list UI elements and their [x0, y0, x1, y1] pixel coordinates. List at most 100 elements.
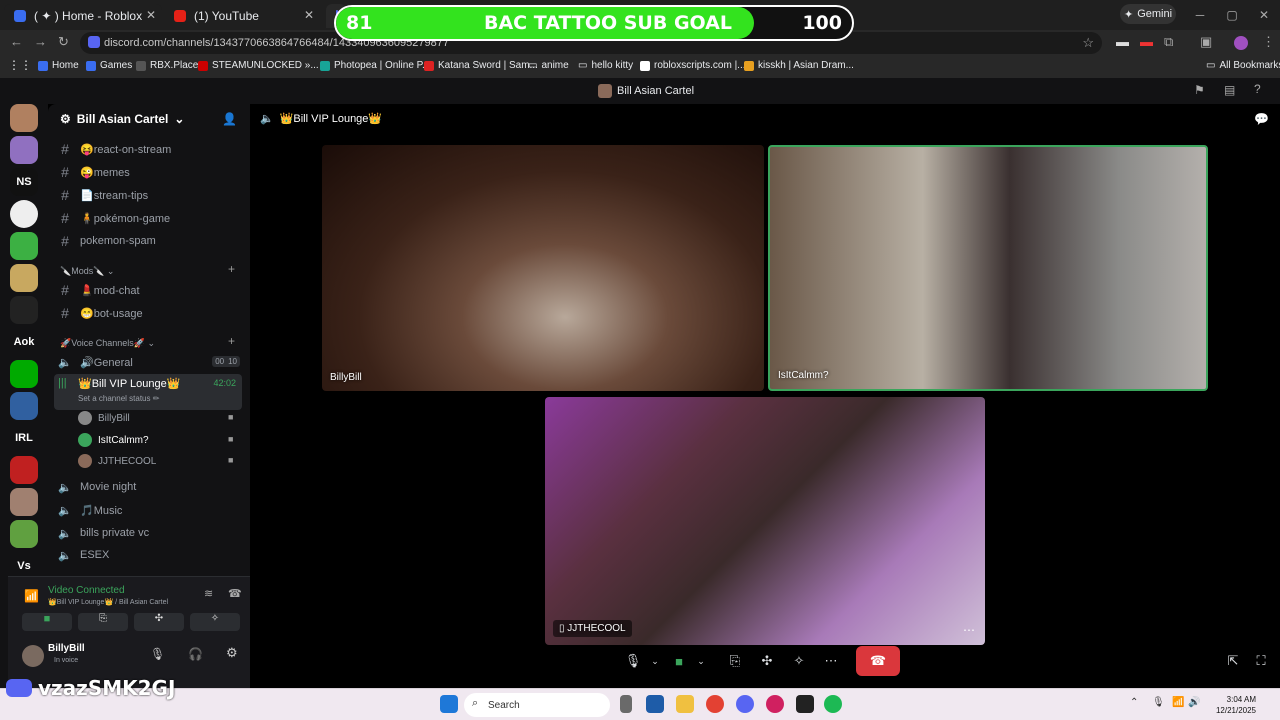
- server-icon[interactable]: [10, 520, 38, 548]
- spotify-icon[interactable]: [824, 695, 842, 713]
- back-icon[interactable]: ←: [10, 34, 23, 49]
- tab-roblox[interactable]: ( ✦ ) Home - Roblox ✕: [4, 4, 162, 28]
- server-icon-aok[interactable]: Aok: [10, 328, 38, 356]
- server-header[interactable]: ⚙ Bill Asian Cartel ⌄: [60, 112, 184, 126]
- tab-youtube[interactable]: (1) YouTube ✕: [164, 4, 320, 28]
- chat-icon[interactable]: 💬: [1254, 112, 1269, 126]
- soundboard-icon[interactable]: ✧: [786, 648, 812, 674]
- screenshare-icon[interactable]: ⎘: [722, 648, 748, 674]
- site-info-icon[interactable]: [88, 36, 100, 48]
- fullscreen-icon[interactable]: ⛶: [1248, 648, 1274, 674]
- star-icon[interactable]: ☆: [1082, 35, 1094, 51]
- bookmark-hello-kitty[interactable]: ▭ hello kitty: [578, 60, 633, 71]
- server-icon[interactable]: [10, 264, 38, 292]
- activities-button[interactable]: ✣: [134, 613, 184, 631]
- channel-stream-tips[interactable]: # 📄stream-tips: [56, 185, 244, 205]
- server-icon-ns[interactable]: NS: [10, 168, 38, 196]
- channel-react-on-stream[interactable]: # 😝react-on-stream: [56, 139, 244, 159]
- voice-channel-esex[interactable]: 🔈 ESEX: [56, 545, 244, 565]
- activities-icon[interactable]: ✣: [754, 648, 780, 674]
- video-tile-billybill[interactable]: BillyBill: [322, 145, 764, 391]
- close-icon[interactable]: ✕: [304, 8, 314, 22]
- add-channel-icon[interactable]: +: [228, 262, 235, 276]
- bookmark-home[interactable]: Home: [38, 60, 79, 71]
- extension-icon[interactable]: ▬: [1140, 34, 1153, 49]
- widgets-icon[interactable]: [646, 695, 664, 713]
- server-icon-irl[interactable]: IRL: [10, 424, 38, 452]
- inbox-icon[interactable]: ▤: [1224, 83, 1235, 97]
- start-icon[interactable]: [440, 695, 458, 713]
- bookmark-anime[interactable]: ▭ anime: [528, 60, 569, 71]
- popout-icon[interactable]: ⇱: [1220, 648, 1246, 674]
- channel-mod-chat[interactable]: # 💄mod-chat: [56, 280, 244, 300]
- video-button[interactable]: ■: [22, 613, 72, 631]
- apps-icon[interactable]: ⋮⋮: [8, 58, 32, 72]
- connection-location[interactable]: 👑Bill VIP Lounge👑 / Bill Asian Cartel: [48, 598, 168, 606]
- bookmark-rbxplace[interactable]: RBX.Place: [136, 60, 198, 71]
- headphones-icon[interactable]: 🎧: [188, 647, 203, 661]
- noise-suppression-icon[interactable]: ≋: [204, 587, 213, 600]
- chrome-icon[interactable]: [706, 695, 724, 713]
- app-icon[interactable]: [796, 695, 814, 713]
- flag-icon[interactable]: ⚑: [1194, 83, 1205, 97]
- voice-member-isitcalmm[interactable]: IsItCalmm?: [78, 433, 149, 447]
- wifi-icon[interactable]: 📶: [1172, 697, 1184, 708]
- sidepanel-icon[interactable]: ▣: [1200, 34, 1212, 50]
- more-icon[interactable]: ⋮: [1262, 34, 1275, 50]
- server-icon-kick[interactable]: [10, 360, 38, 388]
- voice-member-jjthecool[interactable]: JJTHECOOL: [78, 454, 156, 468]
- help-icon[interactable]: ?: [1254, 82, 1261, 96]
- all-bookmarks[interactable]: ▭ All Bookmarks: [1206, 60, 1280, 71]
- server-icon[interactable]: [10, 456, 38, 484]
- close-window-icon[interactable]: ✕: [1248, 0, 1280, 30]
- category-voice[interactable]: 🚀Voice Channels🚀 ⌄: [60, 338, 155, 349]
- leave-call-button[interactable]: ☎: [856, 646, 900, 676]
- voice-channel-music[interactable]: 🔈 🎵Music: [56, 500, 244, 520]
- server-icon[interactable]: [10, 296, 38, 324]
- bookmark-robloxscripts[interactable]: robloxscripts.com |...: [640, 60, 746, 71]
- server-icon[interactable]: [10, 136, 38, 164]
- bookmark-games[interactable]: Games: [86, 60, 132, 71]
- chevron-down-icon[interactable]: ⌄: [642, 648, 668, 674]
- server-icon[interactable]: [10, 488, 38, 516]
- channel-status[interactable]: Set a channel status ✏: [78, 394, 159, 403]
- bookmark-photopea[interactable]: Photopea | Online P...: [320, 60, 430, 71]
- voice-channel-general[interactable]: 🔈 🔊General 00 10: [56, 352, 244, 372]
- volume-icon[interactable]: 🔊: [1188, 697, 1200, 708]
- file-explorer-icon[interactable]: [676, 695, 694, 713]
- forward-icon[interactable]: →: [34, 34, 47, 49]
- channel-bot-usage[interactable]: # 😁bot-usage: [56, 303, 244, 323]
- bookmark-kisskh[interactable]: kisskh | Asian Dram...: [744, 60, 854, 71]
- voice-channel-vip[interactable]: ||| 👑Bill VIP Lounge👑 42:02 Set a channe…: [54, 374, 242, 410]
- category-mods[interactable]: 🔪Mods🔪 ⌄: [60, 266, 114, 277]
- close-icon[interactable]: ✕: [146, 8, 156, 22]
- chevron-down-icon[interactable]: ⌄: [688, 648, 714, 674]
- taskbar-search[interactable]: ⌕ Search: [464, 693, 610, 717]
- reload-icon[interactable]: ↻: [58, 34, 69, 50]
- taskview-icon[interactable]: [620, 695, 632, 713]
- translate-icon[interactable]: ▬: [1116, 34, 1129, 49]
- channel-pokemon-game[interactable]: # 🧍pokémon-game: [56, 208, 244, 228]
- user-avatar[interactable]: [22, 645, 44, 667]
- bookmark-katana[interactable]: Katana Sword | Sam...: [424, 60, 538, 71]
- channel-pokemon-spam[interactable]: # pokemon-spam: [56, 231, 244, 251]
- minimize-icon[interactable]: ─: [1184, 0, 1216, 30]
- opera-icon[interactable]: [766, 695, 784, 713]
- more-icon[interactable]: ⋯: [818, 648, 844, 674]
- channel-memes[interactable]: # 😜memes: [56, 162, 244, 182]
- connection-status[interactable]: Video Connected: [48, 585, 125, 596]
- server-icon[interactable]: [10, 232, 38, 260]
- maximize-icon[interactable]: ▢: [1216, 0, 1248, 30]
- server-icon[interactable]: [10, 104, 38, 132]
- settings-gear-icon[interactable]: ⚙: [226, 645, 238, 661]
- more-icon[interactable]: ⋯: [963, 623, 975, 637]
- puzzle-icon[interactable]: ⧉: [1164, 34, 1173, 50]
- server-icon[interactable]: [10, 200, 38, 228]
- voice-channel-movie-night[interactable]: 🔈 Movie night: [56, 477, 244, 497]
- gemini-button[interactable]: ✦ Gemini: [1120, 4, 1176, 24]
- video-tile-isitcalmm[interactable]: IsItCalmm?: [768, 145, 1208, 391]
- chevron-up-icon[interactable]: ⌃: [1130, 697, 1138, 708]
- soundboard-button[interactable]: ✧: [190, 613, 240, 631]
- add-channel-icon[interactable]: +: [228, 334, 235, 348]
- video-tile-jjthecool[interactable]: ▯ JJTHECOOL ⋯: [545, 397, 985, 645]
